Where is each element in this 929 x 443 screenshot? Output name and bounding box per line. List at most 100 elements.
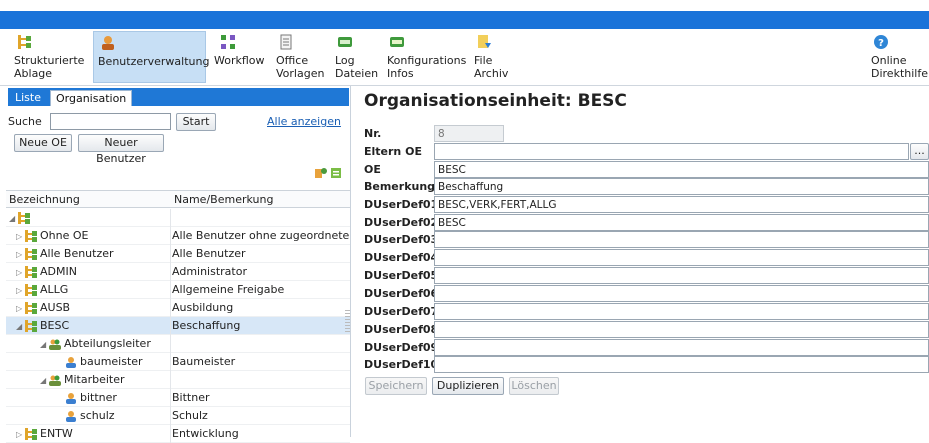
start-button[interactable]: Start <box>176 113 216 131</box>
ribbon-file-archive-label: File Archiv <box>474 54 509 80</box>
tree-node-remark: Entwicklung <box>172 427 239 440</box>
collapse-arrow-icon[interactable]: ◢ <box>40 376 48 385</box>
field-input[interactable]: BESC <box>434 161 929 178</box>
ribbon-log-files-button[interactable]: Log Dateien <box>331 31 379 83</box>
expand-arrow-icon[interactable]: ▷ <box>16 430 24 439</box>
tree-node-label: schulz <box>64 409 115 422</box>
column-divider <box>170 299 171 317</box>
document-template-icon <box>280 34 292 50</box>
field-label: Bemerkung <box>364 180 436 193</box>
ribbon-structured-storage-button[interactable]: Strukturierte Ablage <box>10 31 90 83</box>
tree-node-remark: Baumeister <box>172 355 236 368</box>
ribbon-online-help-label: Online Direkthilfe <box>871 54 928 80</box>
collapse-arrow-icon[interactable]: ◢ <box>16 322 24 331</box>
tab-organisation[interactable]: Organisation <box>50 90 133 106</box>
tree-node-remark: Administrator <box>172 265 247 278</box>
field-input[interactable] <box>434 143 909 160</box>
field-input[interactable] <box>434 249 929 266</box>
new-user-button[interactable]: Neuer Benutzer <box>78 134 164 165</box>
tree-node-label: ▷ ALLG <box>16 283 68 296</box>
tree-group-row[interactable]: ◢ Mitarbeiter <box>6 371 350 389</box>
field-label: DUserDef08 <box>364 323 439 336</box>
tree-node-name: Abteilungsleiter <box>64 337 151 350</box>
delete-button[interactable]: Löschen <box>509 377 559 395</box>
field-label: Eltern OE <box>364 145 422 158</box>
column-divider <box>170 353 171 371</box>
column-divider <box>170 389 171 407</box>
field-input[interactable] <box>434 303 929 320</box>
show-all-link[interactable]: Alle anzeigen <box>267 115 341 128</box>
tab-list[interactable]: Liste <box>10 90 46 106</box>
expand-arrow-icon[interactable]: ▷ <box>16 232 24 241</box>
field-input[interactable] <box>434 356 929 373</box>
tree-node-label: ▷ ENTW <box>16 427 73 440</box>
tree-node-remark: Beschaffung <box>172 319 241 332</box>
field-input[interactable]: BESC <box>434 214 929 231</box>
tree-row[interactable]: ▷ ADMIN Administrator <box>6 263 350 281</box>
ribbon-log-files-label: Log Dateien <box>335 54 379 80</box>
field-input[interactable] <box>434 267 929 284</box>
column-header-name-remark[interactable]: Name/Bemerkung <box>174 193 273 206</box>
org-unit-icon <box>25 230 37 242</box>
field-input[interactable] <box>434 321 929 338</box>
column-divider <box>170 335 171 353</box>
left-tab-strip: Liste Organisation <box>8 88 349 106</box>
ribbon-workflow-button[interactable]: Workflow <box>210 31 268 83</box>
ribbon-config-info-label: Konfigurations Infos <box>387 54 467 80</box>
column-divider <box>170 281 171 299</box>
duplicate-button[interactable]: Duplizieren <box>432 377 504 395</box>
field-input[interactable] <box>434 339 929 356</box>
field-input[interactable]: Beschaffung <box>434 178 929 195</box>
field-input[interactable]: BESC,VERK,FERT,ALLG <box>434 196 929 213</box>
collapse-arrow-icon[interactable]: ◢ <box>40 340 48 349</box>
field-input[interactable] <box>434 231 929 248</box>
tree-row[interactable]: ▷ Ohne OE Alle Benutzer ohne zugeordnete <box>6 227 350 245</box>
user-icon <box>66 357 76 368</box>
search-input[interactable] <box>50 113 171 130</box>
window-top-strip <box>0 0 929 11</box>
new-oe-button[interactable]: Neue OE <box>14 134 72 152</box>
ribbon-office-templates-button[interactable]: Office Vorlagen <box>272 31 326 83</box>
ribbon-user-admin-button[interactable]: Benutzerverwaltung <box>93 31 209 83</box>
save-button[interactable]: Speichern <box>365 377 427 395</box>
expand-arrow-icon[interactable]: ▷ <box>16 268 24 277</box>
ribbon-online-help-button[interactable]: ? Online Direkthilfe <box>867 31 928 83</box>
tree-row[interactable]: ▷ AUSB Ausbildung <box>6 299 350 317</box>
user-admin-icon <box>102 36 114 50</box>
column-divider <box>170 227 171 245</box>
collapse-arrow-icon[interactable]: ◢ <box>9 214 17 223</box>
expand-arrow-icon[interactable]: ▷ <box>16 250 24 259</box>
tree-node-name: schulz <box>80 409 115 422</box>
tree-row[interactable]: ◢ BESC Beschaffung <box>6 317 350 335</box>
field-label: DUserDef06 <box>364 287 439 300</box>
column-header-designation[interactable]: Bezeichnung <box>9 193 80 206</box>
tree-node-name: Alle Benutzer <box>40 247 114 260</box>
tree-row[interactable]: ◢ <box>6 209 350 227</box>
tree-node-name: Ohne OE <box>40 229 89 242</box>
tree-group-row[interactable]: ◢ Abteilungsleiter <box>6 335 350 353</box>
org-unit-icon <box>25 248 37 260</box>
column-divider <box>170 407 171 425</box>
tree-row[interactable]: ▷ ALLG Allgemeine Freigabe <box>6 281 350 299</box>
tree-node-remark: Alle Benutzer <box>172 247 246 260</box>
ribbon-office-templates-label: Office Vorlagen <box>276 54 325 80</box>
splitter-handle[interactable] <box>345 310 350 332</box>
ribbon-file-archive-button[interactable]: File Archiv <box>470 31 516 83</box>
tree-row[interactable]: ▷ ENTW Entwicklung <box>6 425 350 443</box>
tree-user-row[interactable]: baumeister Baumeister <box>6 353 350 371</box>
tree-tools-icon[interactable] <box>314 166 344 180</box>
tree-user-row[interactable]: bittner Bittner <box>6 389 350 407</box>
tree-row[interactable]: ▷ Alle Benutzer Alle Benutzer <box>6 245 350 263</box>
field-input[interactable] <box>434 285 929 302</box>
browse-parent-oe-button[interactable]: ... <box>910 143 929 160</box>
expand-arrow-icon[interactable]: ▷ <box>16 286 24 295</box>
tree-user-row[interactable]: schulz Schulz <box>6 407 350 425</box>
user-group-icon <box>49 375 61 386</box>
tree-node-label: ◢ Abteilungsleiter <box>40 337 151 350</box>
field-label: OE <box>364 163 381 176</box>
ribbon-config-info-button[interactable]: Konfigurations Infos <box>383 31 469 83</box>
structure-tree-icon <box>18 35 31 49</box>
expand-arrow-icon[interactable]: ▷ <box>16 304 24 313</box>
info-config-icon <box>390 37 404 47</box>
user-icon <box>66 393 76 404</box>
